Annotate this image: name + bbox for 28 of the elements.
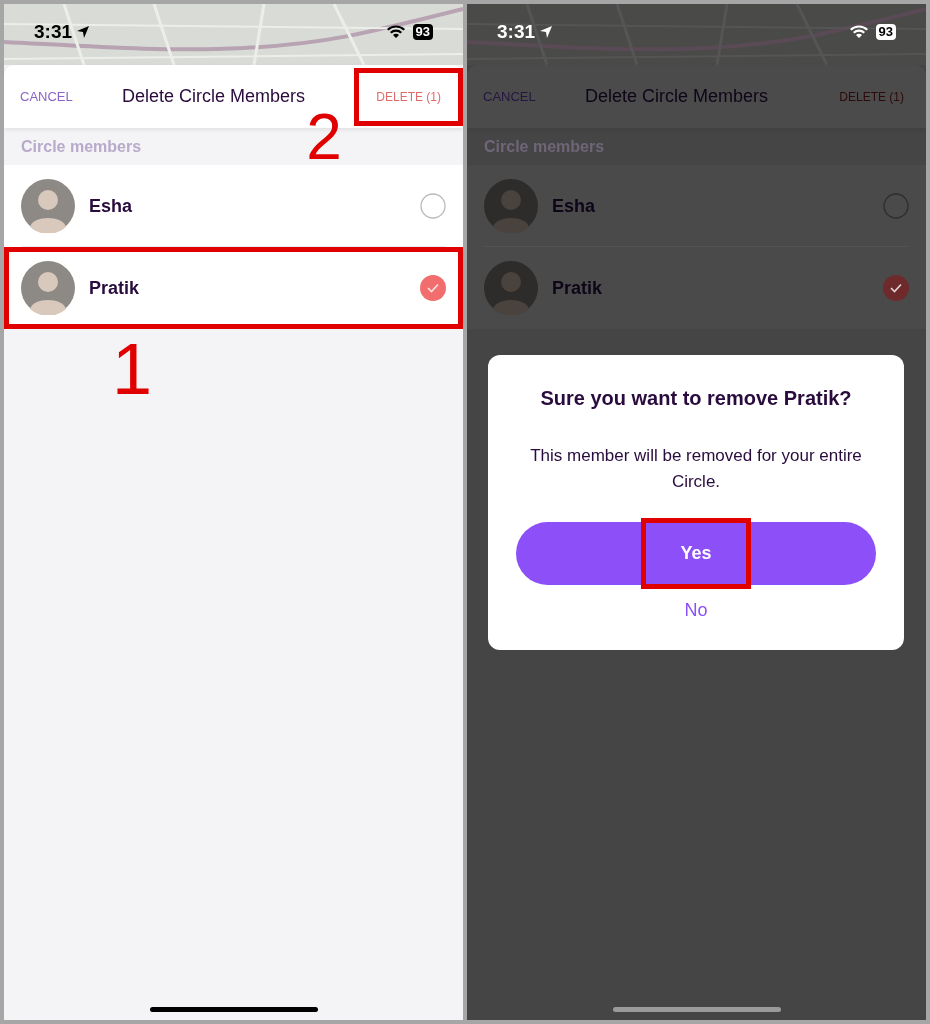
- section-label: Circle members: [21, 136, 142, 157]
- dialog-message: This member will be removed for your entire Circle.: [529, 445, 863, 493]
- member-name: Pratik: [552, 276, 604, 300]
- location-arrow-icon: [539, 25, 554, 40]
- wifi-icon: [386, 25, 405, 40]
- empty-circle-icon[interactable]: [420, 193, 446, 219]
- avatar-icon: [484, 261, 538, 315]
- location-arrow-icon: [76, 25, 91, 40]
- checked-circle-icon[interactable]: [420, 275, 446, 301]
- no-button[interactable]: No: [684, 597, 708, 624]
- screen-title: Delete Circle Members: [585, 85, 769, 108]
- screen-title: Delete Circle Members: [122, 85, 306, 108]
- callout-number: 1: [112, 333, 153, 405]
- delete-button[interactable]: DELETE (1): [354, 70, 463, 123]
- empty-circle-icon[interactable]: [883, 193, 909, 219]
- member-name: Esha: [89, 194, 134, 218]
- dialog-title: Sure you want to remove Pratik?: [540, 386, 852, 411]
- checked-circle-icon[interactable]: [883, 275, 909, 301]
- avatar-icon: [21, 261, 75, 315]
- member-name: Pratik: [89, 276, 141, 300]
- avatar-icon: [21, 179, 75, 233]
- wifi-icon: [849, 25, 868, 40]
- avatar-icon: [484, 179, 538, 233]
- cancel-button[interactable]: CANCEL: [20, 86, 73, 107]
- callout-number: 2: [306, 104, 342, 169]
- member-name: Esha: [552, 194, 597, 218]
- status-time: 3:31: [34, 20, 73, 44]
- status-time: 3:31: [497, 20, 536, 44]
